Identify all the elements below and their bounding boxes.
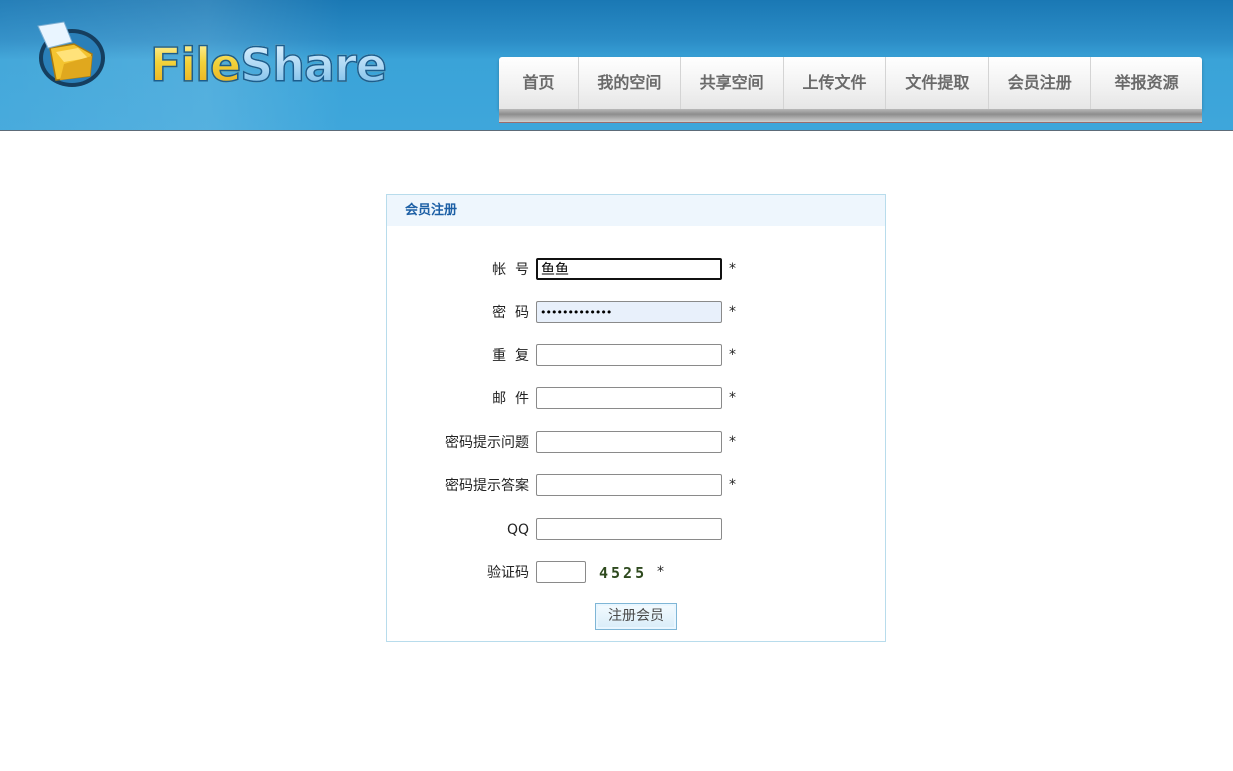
nav-file-retrieve[interactable]: 文件提取 [886, 57, 990, 109]
folder-logo-icon [37, 21, 105, 87]
email-label: 邮 件 [492, 391, 529, 407]
nav-upload-file[interactable]: 上传文件 [784, 57, 887, 109]
nav-report[interactable]: 举报资源 [1091, 57, 1202, 109]
nav-shadow-bar [499, 109, 1202, 123]
nav-my-space[interactable]: 我的空间 [579, 57, 681, 109]
password-label: 密 码 [492, 305, 529, 321]
answer-row: 密码提示答案 * [387, 474, 885, 498]
captcha-label: 验证码 [487, 565, 529, 581]
panel-title: 会员注册 [387, 195, 885, 226]
password-row: 密 码 ••••••••••••• * [387, 301, 885, 325]
required-mark: * [729, 261, 736, 277]
question-row: 密码提示问题 * [387, 431, 885, 455]
site-header: FileShare 首页 我的空间 共享空间 上传文件 文件提取 会员注册 举报… [0, 0, 1233, 131]
account-label: 帐 号 [492, 262, 529, 278]
email-input[interactable] [536, 387, 722, 409]
question-label: 密码提示问题 [445, 435, 529, 451]
account-input[interactable]: 鱼鱼 [536, 258, 722, 280]
nav-home[interactable]: 首页 [499, 57, 579, 109]
nav-register[interactable]: 会员注册 [989, 57, 1092, 109]
hint-answer-input[interactable] [536, 474, 722, 496]
qq-input[interactable] [536, 518, 722, 540]
password-input[interactable]: ••••••••••••• [536, 301, 722, 323]
answer-label: 密码提示答案 [445, 478, 529, 494]
logo-text: FileShare [149, 37, 387, 93]
captcha-row: 验证码 4525 * [387, 561, 885, 585]
repeat-row: 重 复 * [387, 344, 885, 368]
repeat-label: 重 复 [492, 348, 529, 364]
main-nav: 首页 我的空间 共享空间 上传文件 文件提取 会员注册 举报资源 [499, 57, 1202, 109]
hint-question-input[interactable] [536, 431, 722, 453]
nav-shared-space[interactable]: 共享空间 [681, 57, 784, 109]
repeat-password-input[interactable] [536, 344, 722, 366]
site-logo[interactable]: FileShare [34, 18, 388, 93]
required-mark: * [729, 477, 736, 493]
qq-label: QQ [506, 522, 529, 538]
qq-row: QQ [387, 518, 885, 542]
required-mark: * [729, 434, 736, 450]
required-mark: * [657, 564, 664, 580]
captcha-image[interactable]: 4525 [599, 561, 647, 585]
captcha-input[interactable] [536, 561, 586, 583]
account-row: 帐 号 鱼鱼 * [387, 258, 885, 282]
register-panel: 会员注册 帐 号 鱼鱼 * 密 码 ••••••••••••• * 重 复 * … [386, 194, 886, 642]
required-mark: * [729, 390, 736, 406]
required-mark: * [729, 304, 736, 320]
email-row: 邮 件 * [387, 387, 885, 411]
required-mark: * [729, 347, 736, 363]
register-submit-button[interactable]: 注册会员 [595, 603, 677, 630]
